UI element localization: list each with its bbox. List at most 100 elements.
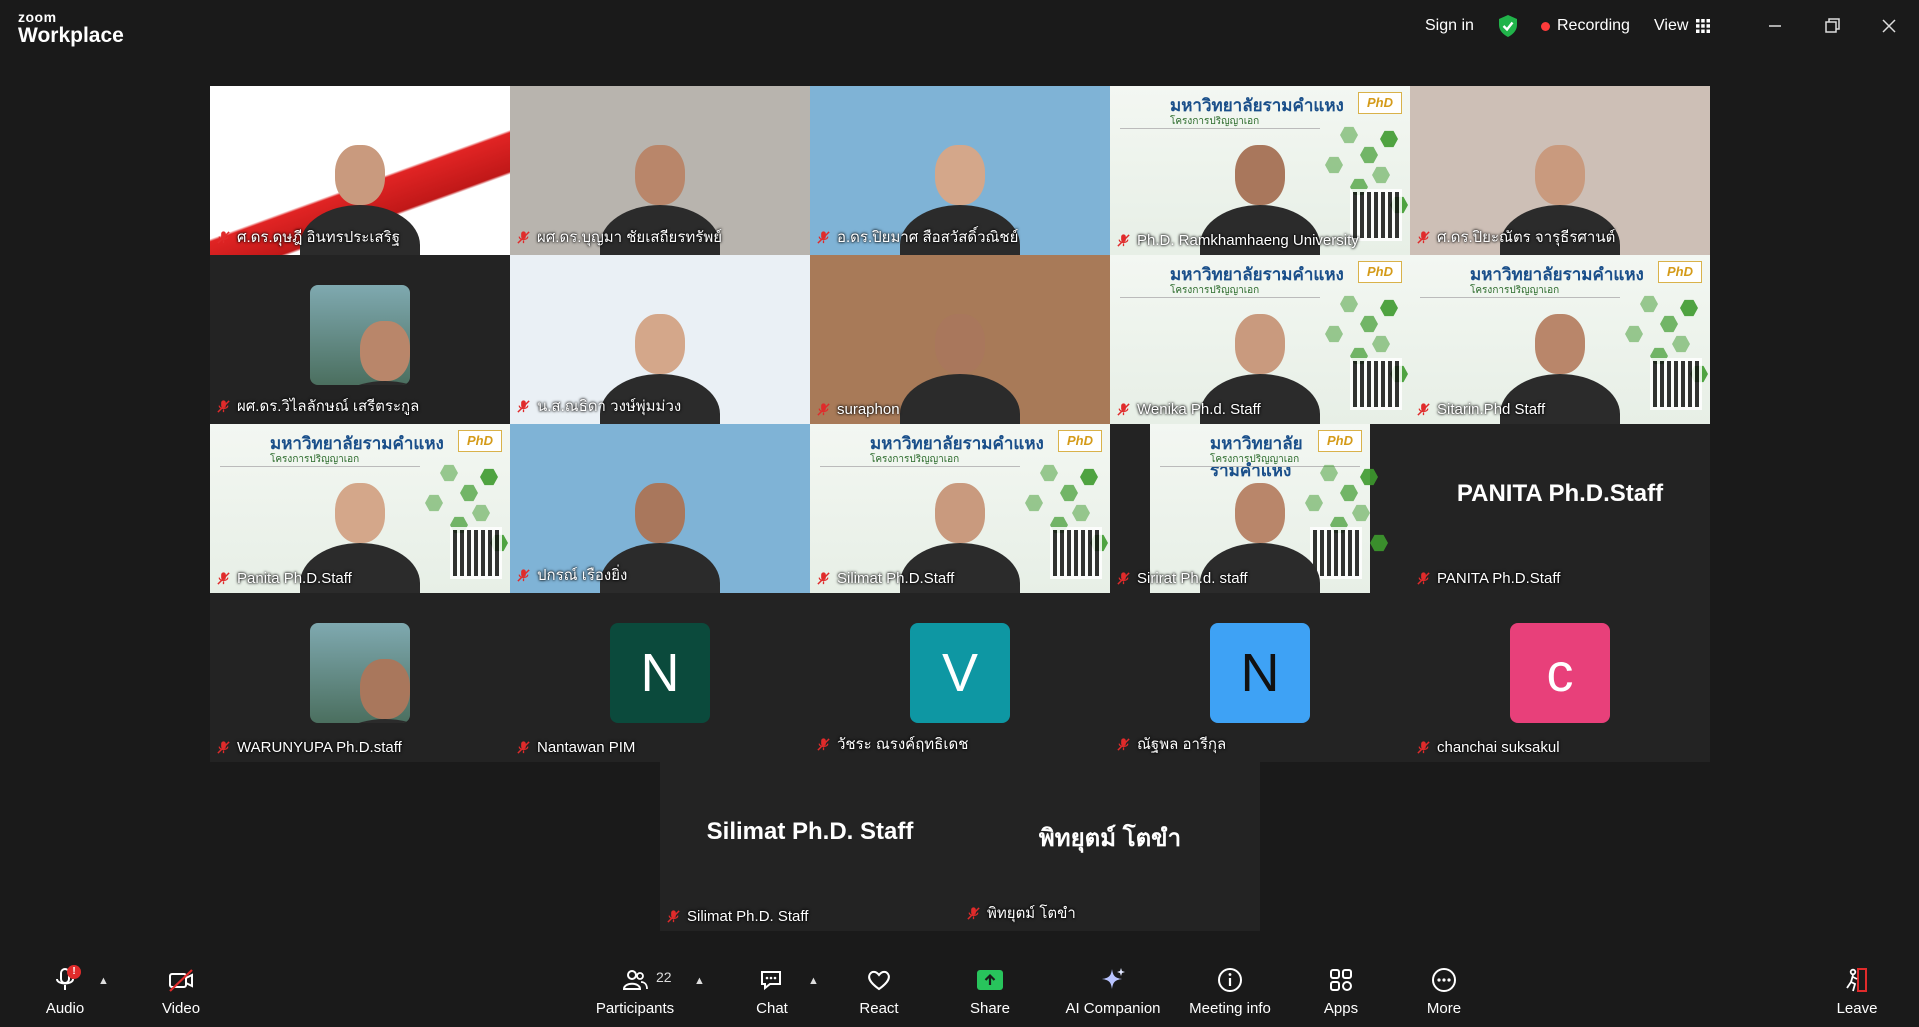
participant-tile[interactable]: V วัชระ ณรงค์ฤทธิเดช bbox=[810, 593, 1110, 762]
participant-tile[interactable]: ผศ.ดร.วิไลลักษณ์ เสรีตระกูล bbox=[210, 255, 510, 424]
participant-tile[interactable]: ผศ.ดร.บุญมา ชัยเสถียรทรัพย์ bbox=[510, 86, 810, 255]
qr-code bbox=[1050, 527, 1102, 579]
participant-name: วัชระ ณรงค์ฤทธิเดช bbox=[837, 736, 969, 753]
participant-name: Nantawan PIM bbox=[537, 739, 636, 756]
mic-muted-icon bbox=[817, 403, 830, 416]
profile-photo bbox=[310, 623, 410, 723]
audio-options-chevron-icon[interactable]: ▲ bbox=[98, 975, 109, 987]
participant-name-tag: Silimat Ph.D.Staff bbox=[816, 570, 954, 587]
apps-icon bbox=[1330, 968, 1352, 991]
apps-label: Apps bbox=[1323, 999, 1359, 1017]
close-icon[interactable] bbox=[1877, 14, 1901, 38]
participant-name: อ.ดร.ปิยมาศ สือสวัสดิ์วณิชย์ bbox=[837, 229, 1019, 246]
phd-badge-logo: PhD bbox=[1658, 261, 1702, 283]
chat-button[interactable]: Chat bbox=[744, 955, 800, 1027]
participants-options-chevron-icon[interactable]: ▲ bbox=[694, 975, 705, 987]
mic-muted-icon bbox=[517, 399, 530, 413]
qr-code bbox=[1350, 358, 1402, 410]
participant-tile[interactable]: N ณัฐพล อารีกุล bbox=[1110, 593, 1410, 762]
chat-options-chevron-icon[interactable]: ▲ bbox=[808, 975, 819, 987]
mic-muted-icon bbox=[967, 906, 980, 920]
mic-muted-icon bbox=[1417, 741, 1430, 754]
participant-name-tag: วัชระ ณรงค์ฤทธิเดช bbox=[816, 732, 968, 756]
audio-button[interactable]: Audio ! bbox=[37, 955, 93, 1027]
participant-name: ณัฐพล อารีกุล bbox=[1137, 736, 1227, 753]
leave-button[interactable]: Leave bbox=[1829, 955, 1885, 1027]
hexagon-decoration bbox=[1072, 504, 1090, 522]
hexagon-decoration bbox=[480, 468, 498, 486]
mic-muted-icon bbox=[1117, 403, 1130, 416]
hexagon-decoration bbox=[1340, 126, 1358, 144]
mic-muted-icon bbox=[1417, 403, 1430, 416]
ai-companion-button[interactable]: AI Companion bbox=[1058, 955, 1168, 1027]
audio-alert-badge: ! bbox=[67, 965, 81, 979]
participants-button[interactable]: Participants 22 bbox=[590, 955, 680, 1027]
participant-tile[interactable]: อ.ดร.ปิยมาศ สือสวัสดิ์วณิชย์ bbox=[810, 86, 1110, 255]
participant-tile[interactable]: ปกรณ์ เรืองยิ่ง bbox=[510, 424, 810, 593]
participant-name-tag: Wenika Ph.d. Staff bbox=[1116, 401, 1261, 418]
meeting-info-label: Meeting info bbox=[1189, 999, 1271, 1017]
participant-tile[interactable]: c chanchai suksakul bbox=[1410, 593, 1710, 762]
minimize-icon[interactable] bbox=[1763, 14, 1787, 38]
participant-name: Panita Ph.D.Staff bbox=[237, 570, 352, 587]
share-label: Share bbox=[969, 999, 1011, 1017]
phd-badge-logo: PhD bbox=[458, 430, 502, 452]
mic-muted-icon bbox=[217, 572, 230, 585]
participant-tile[interactable]: พิทยุตม์ โตขำ พิทยุตม์ โตขำ bbox=[960, 762, 1260, 931]
display-name-large: พิทยุตม์ โตขำ bbox=[1038, 825, 1182, 852]
hexagon-decoration bbox=[1360, 315, 1378, 333]
participant-name-tag: ผศ.ดร.บุญมา ชัยเสถียรทรัพย์ bbox=[516, 225, 722, 249]
video-button[interactable]: Video bbox=[153, 955, 209, 1027]
participant-tile[interactable]: มหาวิทยาลัยรามคำแหง โครงการปริญญาเอก PhD… bbox=[1110, 255, 1410, 424]
poster-subtitle: โครงการปริญญาเอก bbox=[870, 454, 960, 465]
hexagon-decoration bbox=[1380, 299, 1398, 317]
poster-subtitle: โครงการปริญญาเอก bbox=[1170, 116, 1260, 127]
hexagon-decoration bbox=[1672, 335, 1690, 353]
mic-muted-icon bbox=[1117, 572, 1130, 585]
mic-muted-icon bbox=[667, 910, 680, 923]
qr-code bbox=[1650, 358, 1702, 410]
hexagon-decoration bbox=[1352, 504, 1370, 522]
sign-in-link[interactable]: Sign in bbox=[1425, 0, 1474, 52]
letter-avatar: N bbox=[1210, 623, 1310, 723]
letter-avatar: N bbox=[610, 623, 710, 723]
participant-name: ผศ.ดร.วิไลลักษณ์ เสรีตระกูล bbox=[237, 398, 420, 415]
recording-indicator[interactable]: Recording bbox=[1541, 0, 1630, 52]
participant-tile[interactable]: WARUNYUPA Ph.D.staff bbox=[210, 593, 510, 762]
participant-tile[interactable]: มหาวิทยาลัยรามคำแหง โครงการปริญญาเอก PhD… bbox=[210, 424, 510, 593]
participant-tile[interactable]: Silimat Ph.D. Staff Silimat Ph.D. Staff bbox=[660, 762, 960, 931]
participant-tile[interactable]: suraphon bbox=[810, 255, 1110, 424]
hexagon-decoration bbox=[1325, 156, 1343, 174]
participant-name-tag: ศ.ดร.ปิยะณัตร จารุธีรศานต์ bbox=[1416, 225, 1615, 249]
participant-tile[interactable]: ศ.ดร.ปิยะณัตร จารุธีรศานต์ bbox=[1410, 86, 1710, 255]
hexagon-decoration bbox=[425, 494, 443, 512]
participant-tile[interactable]: มหาวิทยาลัยรามคำแหง โครงการปริญญาเอก PhD… bbox=[1410, 255, 1710, 424]
view-button[interactable]: View bbox=[1654, 0, 1711, 52]
participant-tile[interactable]: N Nantawan PIM bbox=[510, 593, 810, 762]
restore-icon[interactable] bbox=[1820, 14, 1844, 38]
phd-badge-logo: PhD bbox=[1358, 92, 1402, 114]
poster-subtitle: โครงการปริญญาเอก bbox=[1170, 285, 1260, 296]
participant-name-tag: Sitarin.Phd Staff bbox=[1416, 401, 1545, 418]
participant-tile[interactable]: ศ.ดร.ดุษฎี อินทรประเสริฐ bbox=[210, 86, 510, 255]
more-button[interactable]: More bbox=[1416, 955, 1472, 1027]
hexagon-decoration bbox=[1372, 166, 1390, 184]
audio-label: Audio bbox=[45, 999, 85, 1017]
shield-check-icon[interactable] bbox=[1497, 0, 1519, 52]
hexagon-decoration bbox=[440, 464, 458, 482]
apps-button[interactable]: Apps bbox=[1313, 955, 1369, 1027]
participant-tile[interactable]: PANITA Ph.D.Staff PANITA Ph.D.Staff bbox=[1410, 424, 1710, 593]
participant-name: Sirirat Ph.d. staff bbox=[1137, 570, 1248, 587]
hexagon-decoration bbox=[1080, 468, 1098, 486]
meeting-toolbar: Audio ! ▲ Video Participants 22 ▲ Chat ▲… bbox=[0, 955, 1919, 1027]
meeting-info-button[interactable]: Meeting info bbox=[1180, 955, 1280, 1027]
participant-tile[interactable]: มหาวิทยาลัยรามคำแหง โครงการปริญญาเอก PhD… bbox=[1110, 424, 1410, 593]
participant-tile[interactable]: น.ส.ณธิดา วงษ์พุ่มม่วง bbox=[510, 255, 810, 424]
participant-tile[interactable]: มหาวิทยาลัยรามคำแหง โครงการปริญญาเอก PhD… bbox=[1110, 86, 1410, 255]
participant-tile[interactable]: มหาวิทยาลัยรามคำแหง โครงการปริญญาเอก PhD… bbox=[810, 424, 1110, 593]
recording-dot-icon bbox=[1541, 21, 1550, 31]
participant-name: Silimat Ph.D.Staff bbox=[837, 570, 955, 587]
video-feed bbox=[810, 255, 1110, 424]
share-button[interactable]: Share bbox=[962, 955, 1018, 1027]
react-button[interactable]: React bbox=[851, 955, 907, 1027]
